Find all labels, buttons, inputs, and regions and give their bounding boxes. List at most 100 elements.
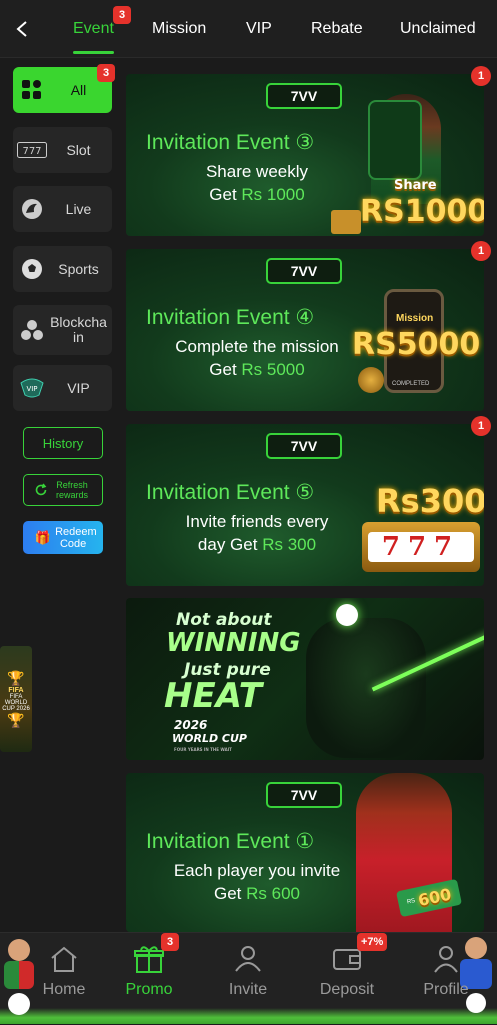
tab-rebate[interactable]: Rebate (311, 0, 363, 58)
refresh-rewards-button[interactable]: Refresh rewards (23, 474, 103, 506)
phone-illustration (368, 100, 422, 180)
brand-pill: 7VV (266, 258, 342, 284)
category-slot-label: Slot (66, 141, 91, 158)
invitation-event-5-banner[interactable]: 7VV Invitation Event ⑤ Invite friends ev… (126, 424, 484, 586)
category-vip[interactable]: VIP VIP (13, 365, 112, 411)
fifa-side-promo[interactable]: 🏆 FIFA FIFA WORLD CUP 2026 🏆 (0, 646, 32, 752)
banner-notification-badge: 1 (471, 241, 491, 261)
nav-deposit-badge: +7% (357, 933, 388, 951)
banknote-currency: RS (406, 897, 416, 906)
redeem-code-label: Redeem Code (55, 525, 97, 550)
tab-event-badge: 3 (113, 5, 131, 24)
tab-mission[interactable]: Mission (152, 0, 206, 58)
banner-title: Invitation Event ④ (146, 306, 315, 329)
trophy-icon: 🏆 (7, 711, 25, 728)
banner-amount: Rs 1000 (241, 185, 305, 204)
banner-line2: Get Rs 1000 (146, 185, 368, 205)
tab-mission-label: Mission (152, 19, 207, 37)
gift-boxes-illustration (331, 210, 361, 234)
fifa-promo-line1: FIFA (8, 686, 24, 694)
banner-line2-prefix: day Get (197, 535, 263, 554)
bottom-navigation: Home Promo 3 Invite Deposit +7% Profile (0, 932, 497, 1024)
history-button[interactable]: History (23, 427, 103, 459)
wc-line7: FOUR YEARS IN THE WAIT (174, 747, 232, 752)
tab-rebate-label: Rebate (311, 19, 363, 37)
category-sports[interactable]: Sports (13, 246, 112, 292)
banner-art-amount: RS1000 (360, 194, 484, 229)
trophy-icon: 🏆 (7, 669, 25, 686)
category-slot[interactable]: 777 Slot (13, 127, 112, 173)
back-button[interactable] (0, 0, 44, 58)
wc-line1: Not about (176, 610, 272, 630)
category-live-label: Live (65, 200, 92, 217)
history-label: History (42, 435, 84, 451)
wc-line2: WINNING (166, 628, 301, 658)
tab-unclaimed[interactable]: Unclaimed (400, 0, 476, 58)
category-live[interactable]: Live (13, 186, 112, 232)
wc-line6: WORLD CUP (172, 732, 247, 745)
category-blockchain[interactable]: Blockchain (13, 305, 112, 355)
banner-line2: Get Rs 5000 (146, 360, 368, 380)
wc-line4: HEAT (164, 676, 262, 716)
live-dealer-icon (15, 198, 49, 220)
slot-reels-text: 777 (368, 532, 474, 562)
tab-vip-label: VIP (246, 19, 272, 37)
profile-icon (432, 943, 460, 975)
banner-art-top-text: Share (394, 178, 437, 193)
nav-promo[interactable]: Promo 3 (109, 933, 189, 1025)
nav-home[interactable]: Home (24, 933, 104, 1025)
banner-art-top-text: Mission (396, 313, 434, 324)
svg-text:VIP: VIP (26, 385, 37, 393)
banner-line1: Invite friends every (185, 512, 329, 531)
slot-777-icon: 777 (15, 142, 49, 158)
slot-reels-illustration: 777 (362, 522, 480, 572)
brand-pill: 7VV (266, 83, 342, 109)
nav-deposit-label: Deposit (319, 981, 375, 998)
brand-pill: 7VV (266, 433, 342, 459)
brand-pill: 7VV (266, 782, 342, 808)
svg-text:777: 777 (22, 146, 41, 157)
tab-event[interactable]: Event 3 (73, 0, 131, 58)
refresh-icon (35, 483, 47, 496)
tab-vip[interactable]: VIP (246, 0, 272, 58)
world-cup-banner[interactable]: Not about WINNING Just pure HEAT 2026 WO… (126, 598, 484, 760)
banner-art-subtext: COMPLETED (392, 381, 430, 387)
banner-line2-prefix: Get (214, 884, 247, 903)
nav-deposit[interactable]: Deposit +7% (307, 933, 388, 1025)
nav-invite[interactable]: Invite (208, 933, 288, 1025)
category-all-badge: 3 (97, 64, 115, 82)
category-sidebar: All 3 777 Slot Live Sports Blockchain VI… (0, 60, 120, 940)
banner-line1: Complete the mission (175, 337, 339, 356)
banner-notification-badge: 1 (471, 416, 491, 436)
nav-profile[interactable]: Profile (406, 933, 486, 1025)
nav-promo-badge: 3 (161, 933, 179, 951)
banner-art-amount: Rs300 (376, 482, 484, 520)
category-blockchain-label: Blockchain (50, 314, 107, 345)
category-vip-label: VIP (67, 379, 90, 396)
chevron-left-icon (16, 20, 27, 37)
invitation-event-4-banner[interactable]: 7VV Invitation Event ④ Complete the miss… (126, 249, 484, 411)
home-icon (49, 943, 79, 975)
banner-line1: Each player you invite (173, 861, 341, 880)
invitation-event-1-banner[interactable]: 7VV Invitation Event ① Each player you i… (126, 773, 484, 932)
banner-line1: Share weekly (205, 162, 309, 181)
banner-amount: Rs 300 (262, 535, 317, 554)
wc-line5: 2026 (174, 718, 208, 732)
invite-users-icon (231, 943, 265, 975)
banner-line2: day Get Rs 300 (146, 535, 368, 555)
nav-promo-label: Promo (125, 981, 173, 998)
redeem-code-button[interactable]: 🎁 Redeem Code (23, 521, 103, 554)
redeem-gift-icon: 🎁 (34, 529, 52, 545)
nav-invite-label: Invite (228, 981, 268, 998)
coin-stack-illustration (358, 367, 384, 393)
banner-title: Invitation Event ① (146, 830, 315, 853)
banner-art-amount: RS5000 (352, 327, 481, 362)
invitation-event-3-banner[interactable]: 7VV Invitation Event ③ Share weekly Get … (126, 74, 484, 236)
player-illustration (306, 618, 426, 758)
banner-line2-prefix: Get (209, 185, 242, 204)
banner-line2: Get Rs 600 (146, 884, 368, 904)
category-all[interactable]: All 3 (13, 64, 115, 113)
top-bar: Event 3 Mission VIP Rebate Unclaimed (0, 0, 497, 58)
grid-icon (15, 79, 49, 101)
fifa-promo-line2: FIFA WORLD CUP 2026 (2, 693, 30, 712)
